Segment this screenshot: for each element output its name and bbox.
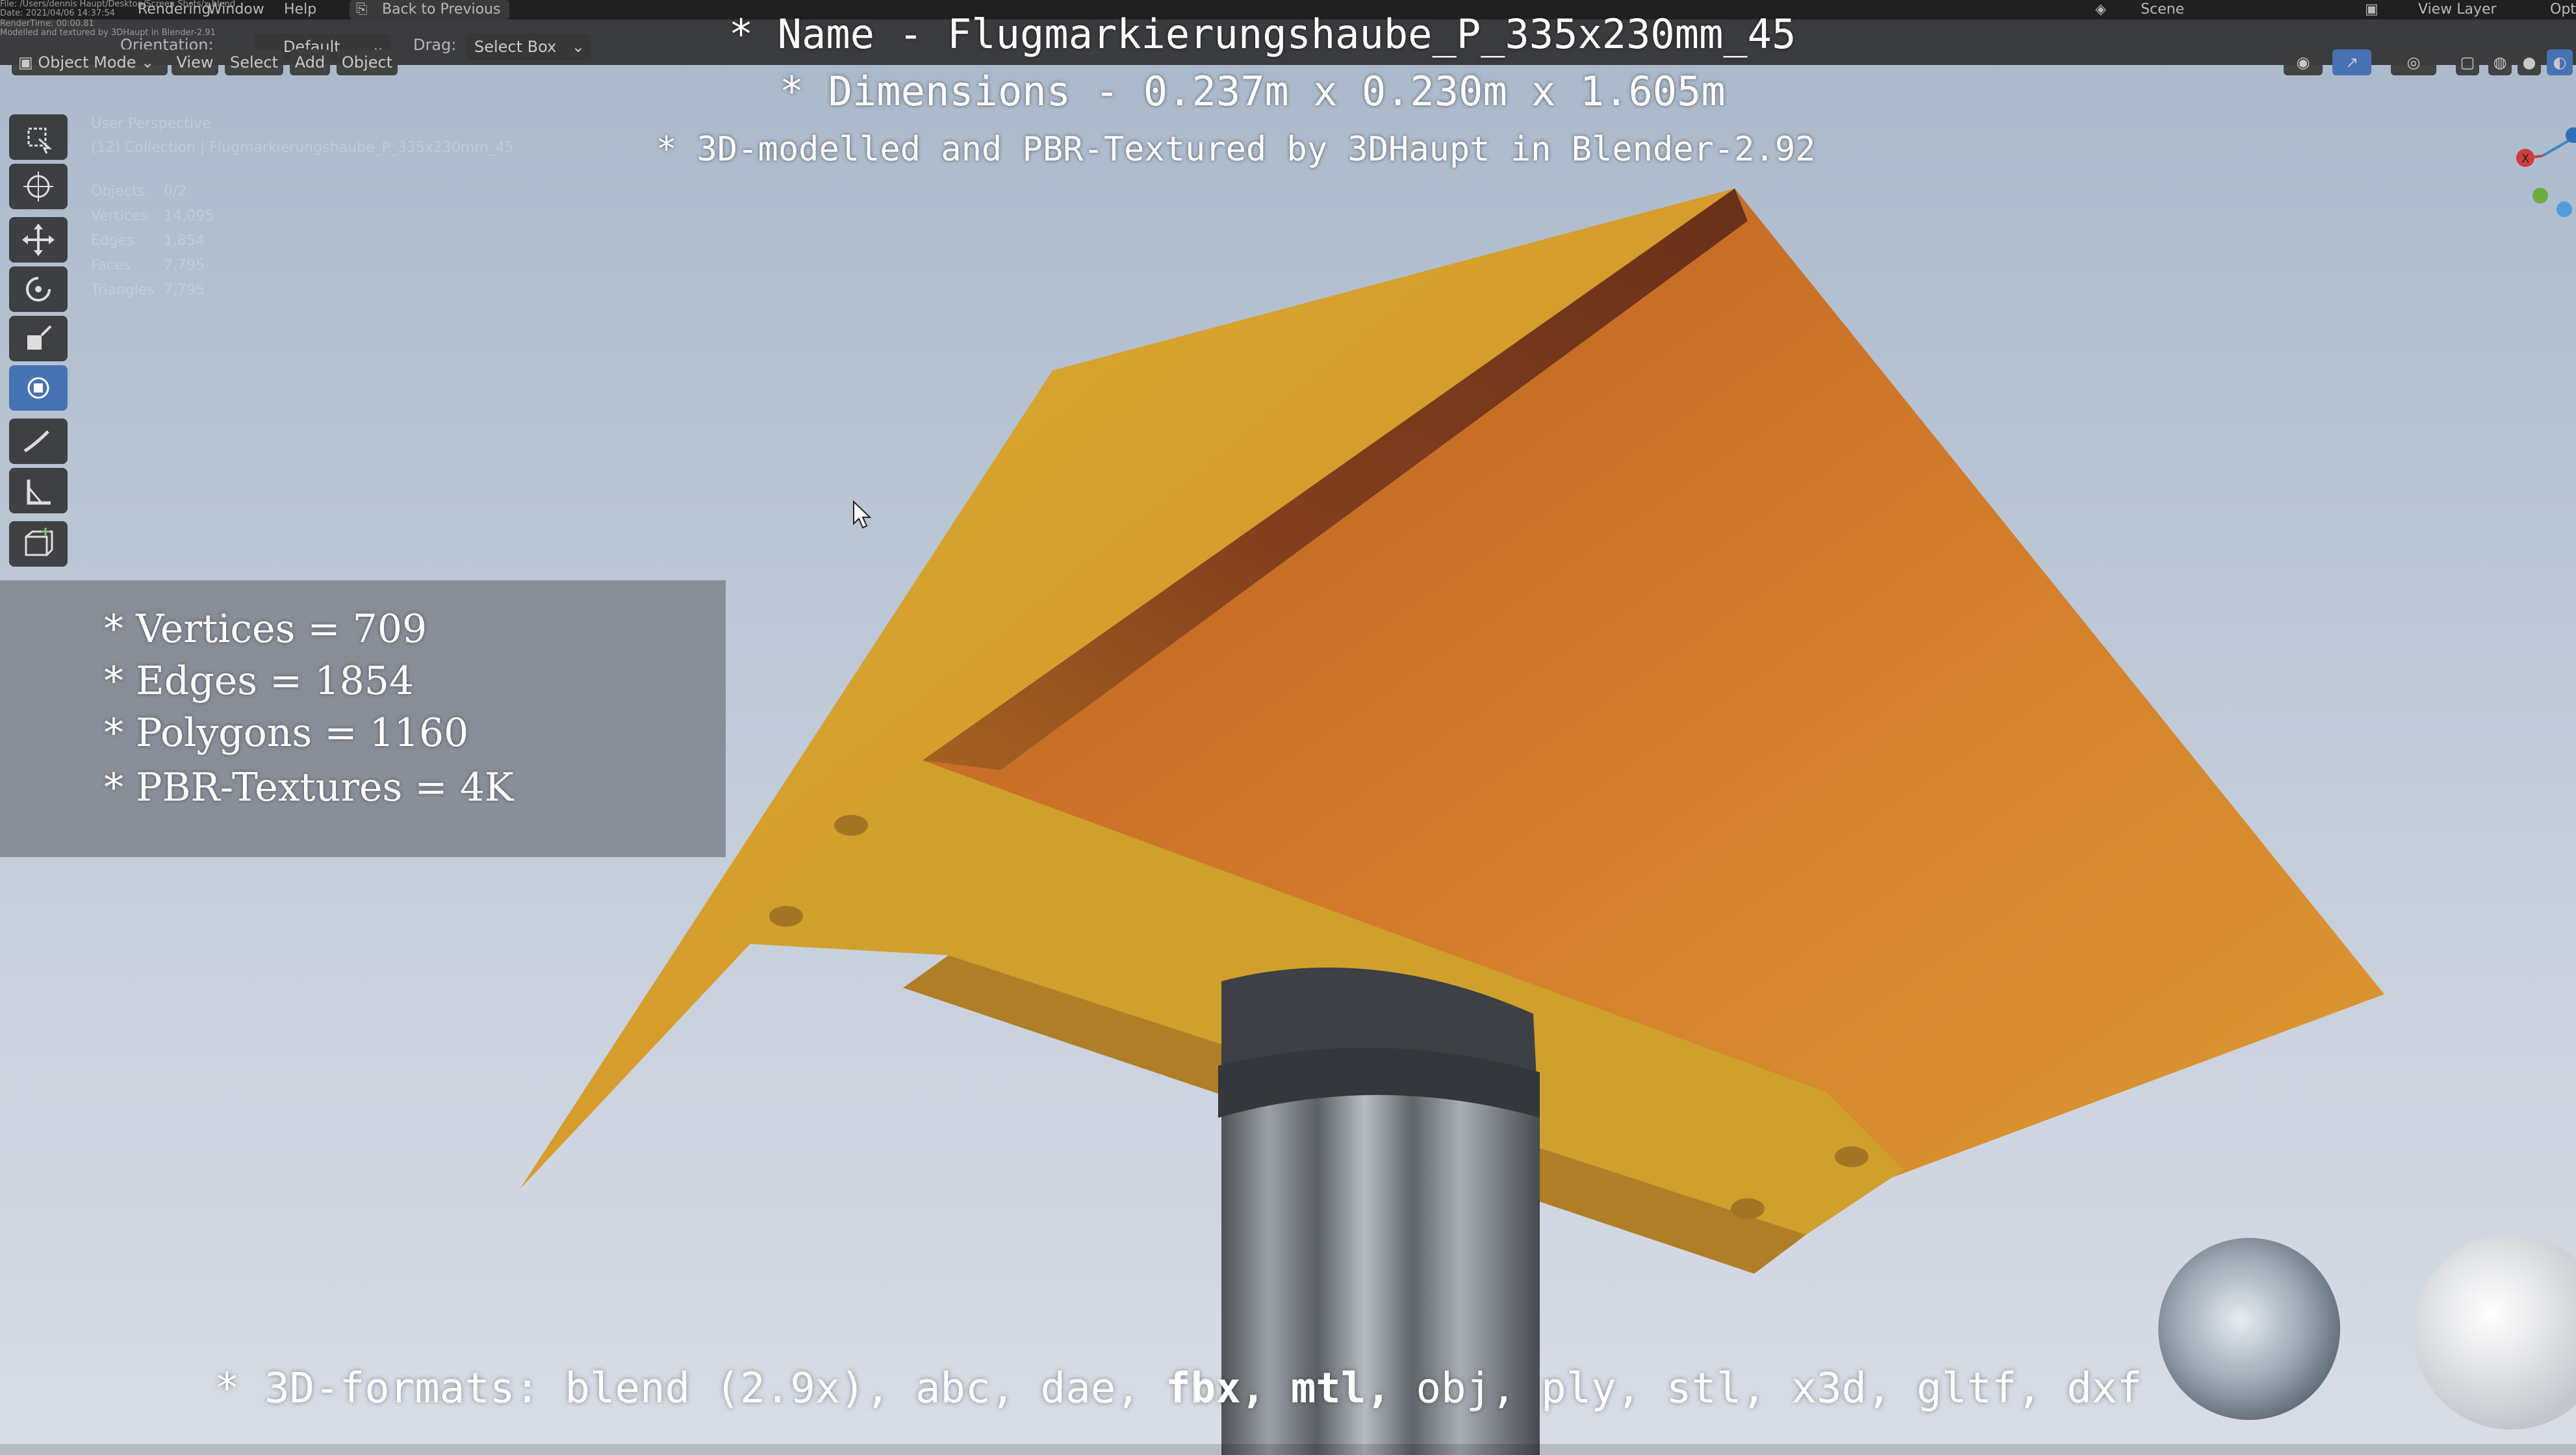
chevron-down-icon: ⌄ <box>571 38 585 56</box>
drag-dropdown[interactable]: Select Box ⌄ <box>466 34 591 60</box>
rotate-icon[interactable] <box>9 266 68 312</box>
back-icon: ⎘ <box>356 1 368 18</box>
measure-icon[interactable] <box>9 468 68 513</box>
stat-vertices: * Vertices = 709 <box>104 606 427 652</box>
visibility-button[interactable]: ◉ <box>2284 49 2323 75</box>
xray-toggle-button[interactable]: ▢ <box>2456 49 2479 75</box>
faces-value: 7,795 <box>164 257 205 274</box>
drag-value: Select Box <box>474 38 557 56</box>
vertices-label: Vertices <box>91 208 148 224</box>
menu-rendering[interactable]: Rendering <box>138 1 210 18</box>
menu-help[interactable]: Help <box>284 1 316 18</box>
menu-object[interactable]: Object <box>337 49 398 75</box>
back-to-previous-button[interactable]: ⎘ Back to Previous <box>350 0 509 19</box>
back-button-label: Back to Previous <box>382 1 501 18</box>
formats-highlighted: fbx, mtl, <box>1166 1365 1416 1413</box>
object-mode-label: Object Mode <box>38 53 136 71</box>
menu-select[interactable]: Select <box>225 49 283 75</box>
gizmo-toggle-button[interactable]: ↗ <box>2332 49 2371 75</box>
file-info-lower: RenderTime: 00:00.81 Modelled and textur… <box>0 19 216 38</box>
edges-label: Edges <box>91 233 134 249</box>
credit-line: * 3D-modelled and PBR-Textured by 3DHaup… <box>656 130 1816 169</box>
drag-label: Drag: <box>413 36 457 54</box>
scene-icon[interactable]: ◈ <box>2095 1 2106 18</box>
gizmo-x-label: X <box>2521 152 2529 166</box>
overlay-toggle-button[interactable]: ◎ <box>2391 49 2436 75</box>
neg-z-axis-icon[interactable] <box>2557 201 2572 217</box>
triangles-label: Triangles <box>91 282 155 298</box>
cursor-icon[interactable] <box>9 164 68 209</box>
mouse-pointer-icon <box>853 500 872 529</box>
menu-add[interactable]: Add <box>290 49 330 75</box>
view-layer-field[interactable]: View Layer <box>2418 1 2497 18</box>
triangles-value: 7,795 <box>164 282 205 298</box>
objects-label: Objects <box>91 183 146 200</box>
vertices-value: 14,095 <box>164 208 214 224</box>
select-box-icon[interactable] <box>9 114 68 160</box>
edges-value: 1,854 <box>164 233 205 249</box>
transform-icon[interactable] <box>9 365 68 411</box>
formats-prefix: * 3D-formats: blend (2.9x), abc, dae, <box>214 1365 1166 1413</box>
move-icon[interactable] <box>9 217 68 263</box>
object-mode-icon: ▣ <box>18 53 33 71</box>
scene-name-field[interactable]: Scene <box>2141 1 2184 18</box>
objects-value: 0/2 <box>164 183 187 200</box>
menu-view[interactable]: View <box>172 49 218 75</box>
view-perspective-label: User Perspective <box>91 116 211 132</box>
navigation-gizmo[interactable]: X <box>2485 65 2576 234</box>
formats-line: * 3D-formats: blend (2.9x), abc, dae, fb… <box>214 1365 2142 1413</box>
status-bar <box>0 1444 2576 1455</box>
stat-pbr-textures: * PBR-Textures = 4K <box>104 765 514 810</box>
object-mode-dropdown[interactable]: ▣ Object Mode ⌄ <box>12 49 168 75</box>
scale-icon[interactable] <box>9 316 68 361</box>
stat-polygons: * Polygons = 1160 <box>104 710 469 756</box>
collection-label: (12) Collection | Flugmarkierungshaube_P… <box>91 140 514 156</box>
add-cube-icon[interactable] <box>9 521 68 567</box>
chevron-down-icon: ⌄ <box>141 53 155 71</box>
file-info-line: RenderTime: 00:00.81 <box>0 19 94 29</box>
model-name-line: * Name - Flugmarkierungshaube_P_335x230m… <box>729 10 1796 58</box>
options-button[interactable]: Opti <box>2550 1 2576 18</box>
view-layer-icon[interactable]: ▣ <box>2365 1 2378 18</box>
y-axis-icon[interactable] <box>2532 188 2548 203</box>
toolbar <box>9 114 69 582</box>
formats-rest: obj, ply, stl, x3d, gltf, dxf <box>1416 1365 2142 1413</box>
menu-window[interactable]: Window <box>208 1 264 18</box>
dimensions-line: * Dimensions - 0.237m x 0.230m x 1.605m <box>780 68 1726 115</box>
annotate-icon[interactable] <box>9 418 68 464</box>
stat-edges: * Edges = 1854 <box>104 658 414 704</box>
stats-panel: * Vertices = 709 * Edges = 1854 * Polygo… <box>0 580 726 857</box>
faces-label: Faces <box>91 257 131 274</box>
